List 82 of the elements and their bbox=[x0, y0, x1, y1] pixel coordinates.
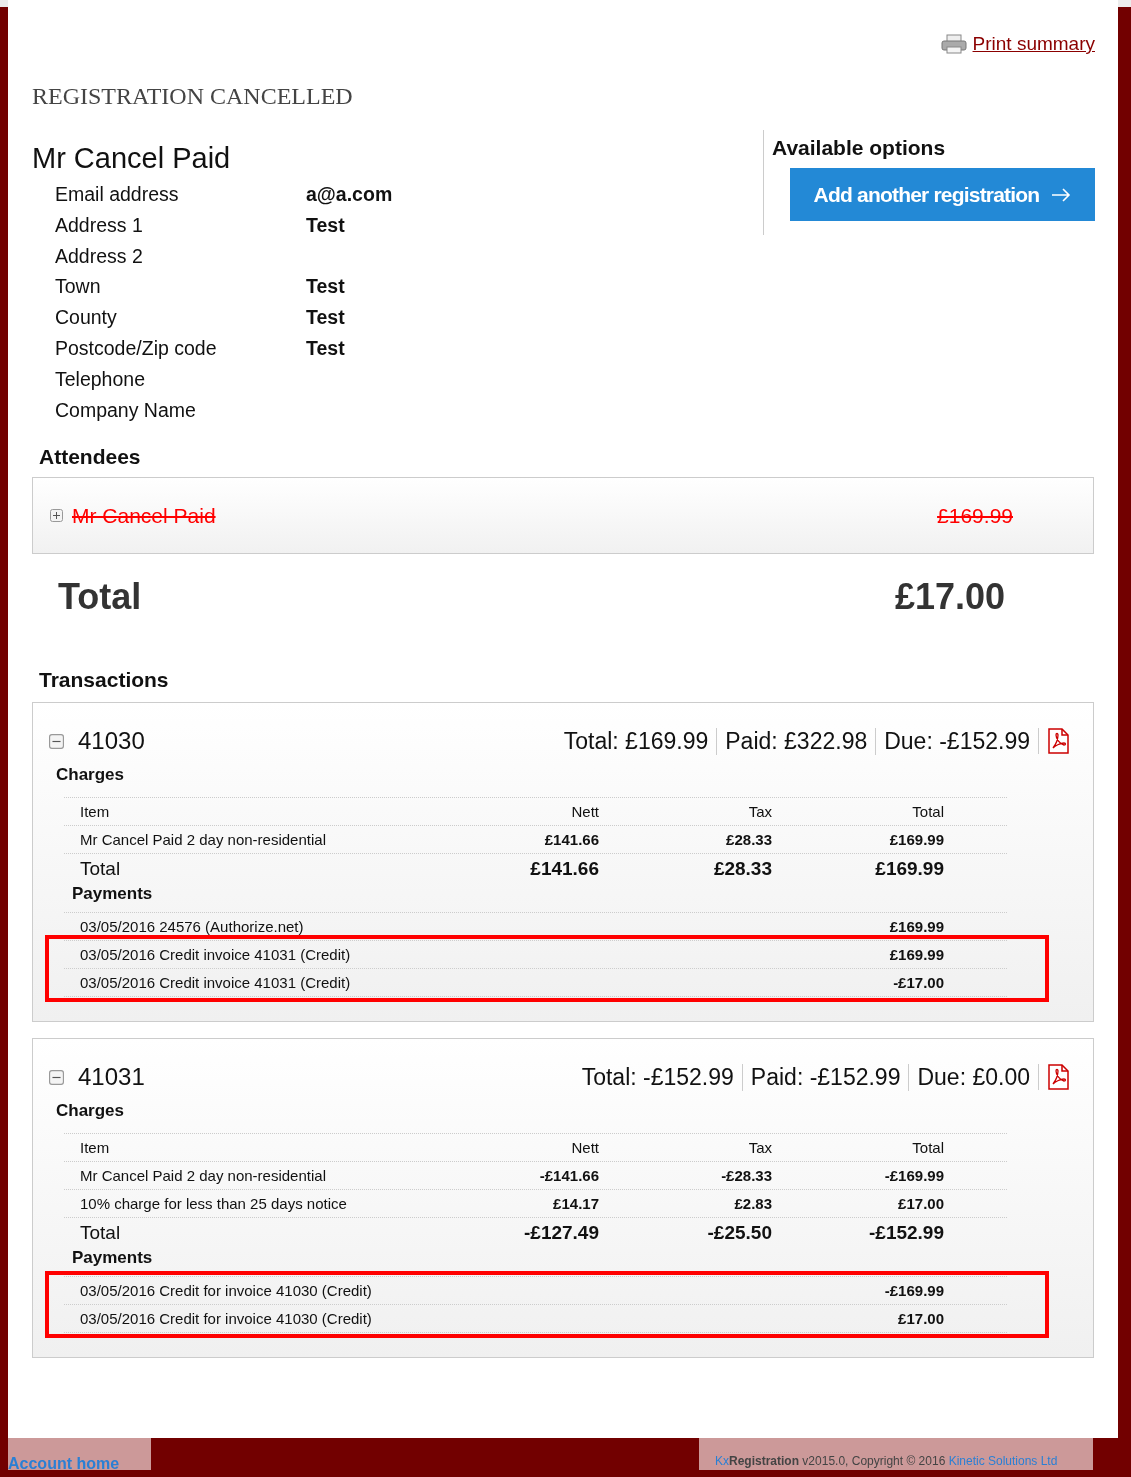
table-cell-text: £169.99 bbox=[888, 831, 944, 849]
table-cell-text: -£152.99 bbox=[868, 1222, 944, 1245]
table-cell-text: -£28.33 bbox=[720, 1167, 772, 1185]
table-cell-text: £14.17 bbox=[552, 1195, 599, 1213]
field-value: Test bbox=[306, 305, 346, 331]
invoice-summary: Due: £0.00 bbox=[908, 1063, 1038, 1091]
printer-icon bbox=[940, 34, 967, 54]
table-cell: 03/05/2016 Credit for invoice 41030 (Credit) bbox=[80, 1310, 372, 1328]
field-value: Test bbox=[306, 336, 346, 361]
collapse-icon[interactable] bbox=[49, 1069, 64, 1085]
table-cell-text: -£141.66 bbox=[538, 1167, 599, 1185]
invoice-summary: Paid: -£152.99 bbox=[741, 1063, 909, 1091]
table-cell-text: -£169.99 bbox=[883, 1167, 944, 1185]
field-label: Email address bbox=[55, 182, 180, 207]
contact-name: Mr Cancel Paid bbox=[32, 142, 232, 175]
invoice-summary: Due: -£152.99 bbox=[875, 727, 1038, 755]
table-cell-text: -£127.49 bbox=[523, 1222, 599, 1245]
column-header: Item bbox=[79, 1139, 111, 1157]
table-cell-text: £2.83 bbox=[733, 1195, 772, 1213]
invoice-summary: Total: -£152.99 bbox=[580, 1063, 735, 1091]
table-cell: £17.00 bbox=[898, 1310, 944, 1328]
arrow-right-icon bbox=[1051, 187, 1072, 202]
attendee-amount: £169.99 bbox=[937, 503, 1013, 528]
charges-title: Charges bbox=[56, 765, 126, 786]
table-cell-text: Mr Cancel Paid 2 day non-residential bbox=[79, 831, 327, 849]
invoice-number: 41030 bbox=[78, 727, 146, 756]
table-cell: £169.99 bbox=[889, 946, 944, 964]
field-label: County bbox=[55, 305, 118, 331]
table-cell-text: £17.00 bbox=[897, 1195, 944, 1213]
table-cell-text: £28.33 bbox=[712, 858, 772, 881]
table-cell: £169.99 bbox=[889, 918, 944, 936]
column-header: Tax bbox=[747, 803, 772, 821]
field-label: Telephone bbox=[55, 366, 146, 392]
invoice-summary: Paid: £322.98 bbox=[716, 727, 876, 755]
attendees-title: Attendees bbox=[39, 445, 142, 470]
field-value: a@a.com bbox=[306, 182, 393, 207]
field-label: Address 1 bbox=[55, 212, 144, 238]
transactions-title: Transactions bbox=[39, 668, 170, 693]
footer-credit: KxRegistration v2015.0, Copyright © 2016 Kinetic Solutions Ltd bbox=[699, 1438, 1093, 1470]
table-cell: 03/05/2016 Credit invoice 41031 (Credit) bbox=[80, 974, 351, 992]
table-cell: 03/05/2016 Credit invoice 41031 (Credit) bbox=[80, 946, 351, 964]
payments-title: Payments bbox=[72, 1248, 154, 1269]
table-cell-text: Mr Cancel Paid 2 day non-residential bbox=[79, 1167, 327, 1185]
column-header: Item bbox=[79, 803, 111, 821]
table-cell-text: £141.66 bbox=[529, 858, 599, 881]
column-header: Nett bbox=[570, 1139, 599, 1157]
table-cell: 03/05/2016 Credit for invoice 41030 (Credit) bbox=[80, 1282, 372, 1300]
total-label: Total bbox=[58, 576, 142, 620]
field-value: Test bbox=[306, 212, 346, 238]
total-amount: £17.00 bbox=[894, 576, 1005, 620]
add-registration-button[interactable]: Add another registration bbox=[790, 168, 1095, 221]
field-label: Town bbox=[55, 274, 102, 300]
pdf-icon[interactable] bbox=[1038, 728, 1071, 755]
options-title: Available options bbox=[772, 136, 947, 160]
table-cell-text: Total bbox=[79, 1222, 122, 1245]
field-label: Company Name bbox=[55, 397, 197, 423]
table-cell-text: -£25.50 bbox=[706, 1222, 772, 1245]
payments-title: Payments bbox=[72, 884, 154, 905]
field-label: Address 2 bbox=[55, 243, 144, 269]
table-cell: -£169.99 bbox=[884, 1282, 944, 1300]
column-header: Total bbox=[911, 1139, 944, 1157]
print-summary-link[interactable]: Print summary bbox=[972, 33, 1095, 55]
attendee-name[interactable]: Mr Cancel Paid bbox=[72, 503, 938, 528]
field-label: Postcode/Zip code bbox=[55, 336, 218, 361]
expand-icon[interactable] bbox=[50, 509, 63, 523]
column-header: Nett bbox=[570, 803, 599, 821]
column-header: Total bbox=[911, 803, 944, 821]
invoice-summary: Total: £169.99 bbox=[562, 727, 710, 755]
status-heading: REGISTRATION CANCELLED bbox=[32, 83, 354, 110]
table-cell-text: £28.33 bbox=[725, 831, 772, 849]
pdf-icon[interactable] bbox=[1038, 1064, 1071, 1091]
collapse-icon[interactable] bbox=[49, 733, 64, 749]
invoice-number: 41031 bbox=[78, 1063, 146, 1092]
table-cell-text: £169.99 bbox=[874, 858, 944, 881]
table-cell-text: Total bbox=[79, 858, 122, 881]
column-header: Tax bbox=[747, 1139, 772, 1157]
table-cell-text: 10% charge for less than 25 days notice bbox=[79, 1195, 348, 1213]
field-value: Test bbox=[306, 274, 346, 300]
table-cell: 03/05/2016 24576 (Authorize.net) bbox=[80, 918, 304, 936]
table-cell-text: £141.66 bbox=[543, 831, 599, 849]
table-cell: -£17.00 bbox=[893, 974, 944, 992]
charges-title: Charges bbox=[56, 1101, 126, 1122]
